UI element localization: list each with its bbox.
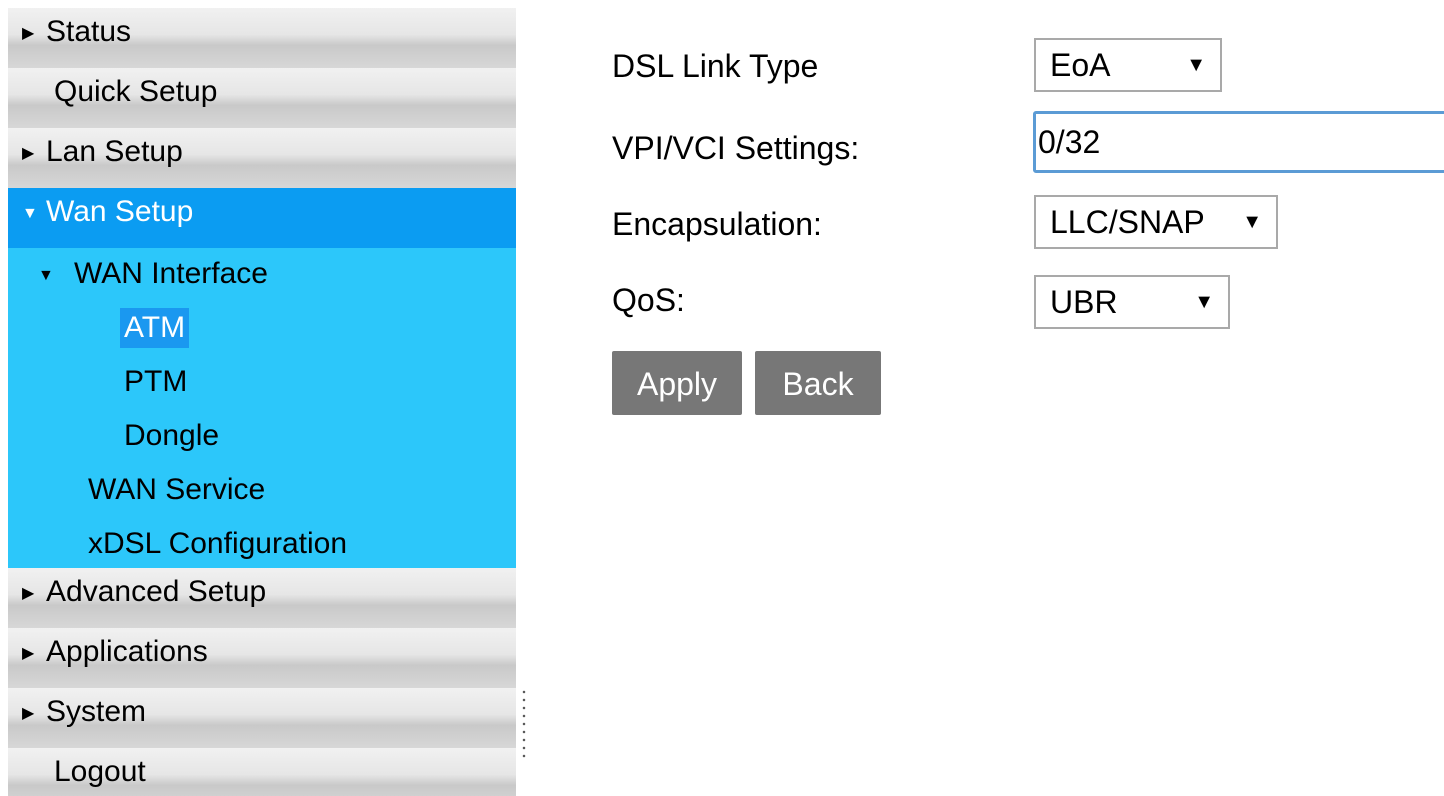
nav-wan-setup[interactable]: ▼ Wan Setup <box>8 188 516 248</box>
nav-logout-label: Logout <box>54 755 146 788</box>
nav-applications[interactable]: ▶ Applications <box>8 628 516 688</box>
nav-advanced-setup[interactable]: ▶ Advanced Setup <box>8 568 516 628</box>
nav-atm[interactable]: ATM <box>120 308 190 348</box>
back-button[interactable]: Back <box>755 351 881 415</box>
vpi-vci-input[interactable] <box>1033 111 1444 173</box>
page: ▶ Status Quick Setup ▶ Lan Setup ▼ Wan Setu… <box>0 0 1444 796</box>
collapse-arrow-icon: ▼ <box>22 205 38 222</box>
expand-arrow-icon: ▶ <box>22 145 35 162</box>
nav-wan-setup-label: Wan Setup <box>46 195 194 228</box>
expand-arrow-icon: ▶ <box>22 25 35 42</box>
qos-label: QoS: <box>612 282 685 318</box>
vpi-vci-label: VPI/VCI Settings: <box>612 130 860 166</box>
nav-quick-setup[interactable]: Quick Setup <box>8 68 516 128</box>
nav-quick-setup-label: Quick Setup <box>54 75 218 108</box>
nav-ptm[interactable]: PTM <box>124 362 187 402</box>
nav-system-label: System <box>46 695 147 728</box>
wan-setup-submenu: ▼ WAN Interface ATM PTM Dongle WAN Servic… <box>8 248 516 568</box>
expand-arrow-icon: ▶ <box>22 705 35 722</box>
nav-status[interactable]: ▶ Status <box>8 8 516 68</box>
dropdown-caret-icon: ▼ <box>1186 54 1206 76</box>
dropdown-caret-icon: ▼ <box>1194 291 1214 313</box>
encapsulation-value: LLC/SNAP <box>1050 204 1205 240</box>
nav-lan-setup[interactable]: ▶ Lan Setup <box>8 128 516 188</box>
dsl-link-type-select[interactable]: EoA ▼ <box>1034 38 1222 92</box>
nav-atm-label: ATM <box>124 311 186 344</box>
dsl-link-type-value: EoA <box>1050 47 1111 83</box>
dsl-link-type-label: DSL Link Type <box>612 48 819 84</box>
nav-ptm-label: PTM <box>124 365 188 398</box>
sidebar-nav: ▶ Status Quick Setup ▶ Lan Setup ▼ Wan Setu… <box>8 8 516 796</box>
expand-arrow-icon: ▶ <box>22 645 35 662</box>
collapse-arrow-icon: ▼ <box>38 267 54 284</box>
encapsulation-select[interactable]: LLC/SNAP ▼ <box>1034 195 1278 249</box>
nav-wan-service[interactable]: WAN Service <box>88 470 265 510</box>
nav-lan-setup-label: Lan Setup <box>46 135 183 168</box>
expand-arrow-icon: ▶ <box>22 585 35 602</box>
nav-wan-service-label: WAN Service <box>88 473 266 506</box>
nav-xdsl-configuration-label: xDSL Configuration <box>88 527 348 560</box>
nav-advanced-setup-label: Advanced Setup <box>46 575 267 608</box>
apply-button[interactable]: Apply <box>612 351 742 415</box>
nav-dongle[interactable]: Dongle <box>124 416 219 456</box>
encapsulation-label: Encapsulation: <box>612 206 822 242</box>
nav-dongle-label: Dongle <box>124 419 220 452</box>
nav-xdsl-configuration[interactable]: xDSL Configuration <box>88 524 347 564</box>
qos-value: UBR <box>1050 284 1118 320</box>
nav-applications-label: Applications <box>46 635 208 668</box>
nav-system[interactable]: ▶ System <box>8 688 516 748</box>
nav-status-label: Status <box>46 15 132 48</box>
nav-logout[interactable]: Logout <box>8 748 516 796</box>
frame-resize-handle[interactable] <box>521 688 527 758</box>
qos-select[interactable]: UBR ▼ <box>1034 275 1230 329</box>
nav-wan-interface[interactable]: ▼ WAN Interface <box>38 254 268 296</box>
dropdown-caret-icon: ▼ <box>1242 211 1262 233</box>
nav-wan-interface-label: WAN Interface <box>74 257 268 290</box>
